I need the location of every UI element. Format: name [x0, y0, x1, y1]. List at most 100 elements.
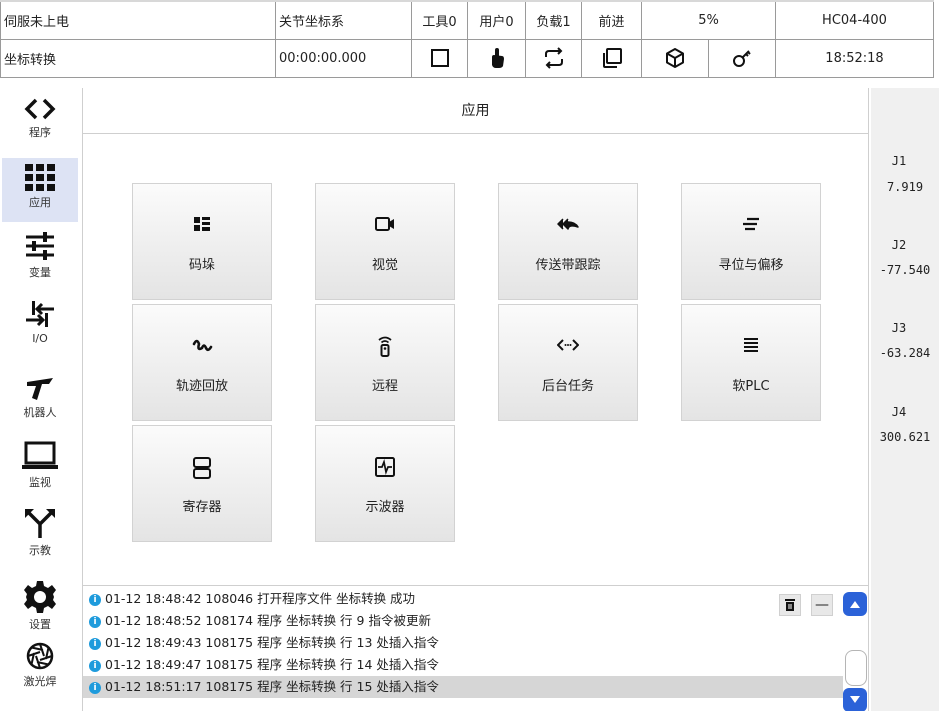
tool-selector[interactable]: 工具0	[411, 0, 468, 40]
info-icon: i	[89, 637, 101, 650]
tile-label: 传送带跟踪	[535, 258, 601, 273]
hand-pointer-icon	[491, 48, 504, 68]
log-text: 01-12 18:49:47 108175 程序 坐标转换 行 14 处插入指令	[105, 657, 439, 672]
cube-icon	[666, 48, 684, 68]
log-text: 01-12 18:48:52 108174 程序 坐标转换 行 9 指令被更新	[105, 613, 431, 628]
log-scrollbar[interactable]	[843, 592, 867, 711]
speed-selector[interactable]: 5%	[641, 0, 776, 40]
list-lines-icon	[744, 338, 758, 352]
key-button[interactable]	[708, 38, 776, 78]
sidebar: 程序 应用 变量 I/O 机器人 监视 示教 设置 激光焊	[0, 88, 80, 711]
info-icon: i	[89, 659, 101, 672]
load-selector[interactable]: 负载1	[525, 0, 582, 40]
sidebar-item-label: 机器人	[23, 406, 57, 419]
copy-icon	[602, 48, 622, 68]
squiggle-path-icon	[192, 339, 213, 352]
run-timer: 00:00:00.000	[275, 38, 412, 78]
main-panel: 应用 码垛 视觉 传送带跟踪 寻位与偏移 轨迹回放 远程 后台任务 软PLC 寄…	[82, 88, 869, 711]
aperture-icon	[26, 642, 54, 670]
tile-vision[interactable]: 视觉	[315, 183, 455, 300]
direction-selector[interactable]: 前进	[581, 0, 642, 40]
sidebar-item-label: 设置	[29, 618, 51, 631]
camera-icon	[375, 217, 394, 231]
laptop-icon	[22, 441, 58, 469]
info-icon: i	[89, 593, 101, 606]
minus-icon: —	[815, 597, 829, 613]
gear-icon	[24, 581, 56, 613]
coord-system-selector[interactable]: 关节坐标系	[275, 0, 412, 40]
tile-label: 软PLC	[732, 379, 770, 394]
log-text: 01-12 18:49:43 108175 程序 坐标转换 行 13 处插入指令	[105, 635, 439, 650]
sidebar-item-settings[interactable]: 设置	[2, 580, 78, 644]
user-frame-selector[interactable]: 用户0	[467, 0, 526, 40]
sidebar-item-label: 监视	[29, 476, 51, 489]
cycle-mode-button[interactable]	[525, 38, 582, 78]
tile-label: 视觉	[371, 258, 398, 273]
sidebar-item-label: 激光焊	[23, 675, 57, 688]
log-entry[interactable]: i 01-12 18:49:43 108175 程序 坐标转换 行 13 处插入指…	[83, 632, 843, 654]
sidebar-item-teach[interactable]: 示教	[2, 506, 78, 570]
triangle-up-icon	[850, 601, 860, 608]
tile-label: 轨迹回放	[175, 379, 228, 394]
hand-mode-button[interactable]	[467, 38, 526, 78]
grid-icon	[25, 164, 55, 191]
joint-value: -63.284	[879, 346, 931, 360]
sidebar-item-laser-weld[interactable]: 激光焊	[2, 641, 78, 705]
sidebar-item-io[interactable]: I/O	[2, 298, 78, 362]
model-view-button[interactable]	[641, 38, 709, 78]
joint-name: J3	[891, 321, 907, 335]
tile-trajectory-replay[interactable]: 轨迹回放	[132, 304, 272, 421]
reply-all-icon	[557, 218, 579, 230]
tile-soft-plc[interactable]: 软PLC	[681, 304, 821, 421]
sidebar-item-label: 应用	[29, 196, 51, 209]
square-icon	[430, 49, 449, 67]
tile-palletizing[interactable]: 码垛	[132, 183, 272, 300]
collapse-log-button[interactable]: —	[811, 594, 833, 616]
oscilloscope-icon	[375, 457, 395, 477]
joint-positions-panel: J1 7.919 J2 -77.540 J3 -63.284 J4 300.62…	[871, 88, 939, 711]
tile-label: 寄存器	[182, 500, 222, 515]
tile-background-tasks[interactable]: 后台任务	[498, 304, 638, 421]
scroll-thumb[interactable]	[845, 650, 867, 686]
key-icon	[733, 50, 751, 67]
io-arrows-icon	[26, 301, 54, 327]
tile-label: 码垛	[188, 258, 215, 273]
log-entry[interactable]: i 01-12 18:48:42 108046 打开程序文件 坐标转换 成功	[83, 588, 843, 610]
tile-oscilloscope[interactable]: 示波器	[315, 425, 455, 542]
sidebar-item-robot[interactable]: 机器人	[2, 370, 78, 434]
copy-button[interactable]	[581, 38, 642, 78]
current-program: 坐标转换	[0, 38, 276, 78]
sidebar-item-program[interactable]: 程序	[2, 96, 78, 160]
scroll-up-button[interactable]	[843, 592, 867, 616]
remote-icon	[378, 336, 392, 357]
teach-arrows-icon	[25, 509, 55, 538]
servo-status: 伺服未上电	[0, 0, 276, 40]
log-entry[interactable]: i 01-12 18:49:47 108175 程序 坐标转换 行 14 处插入指…	[83, 654, 843, 676]
tile-seek-offset[interactable]: 寻位与偏移	[681, 183, 821, 300]
joint-value: 7.919	[886, 180, 924, 194]
code-brackets-icon	[24, 98, 56, 120]
stop-button[interactable]	[411, 38, 468, 78]
clear-log-button[interactable]	[779, 594, 801, 616]
tile-registers[interactable]: 寄存器	[132, 425, 272, 542]
sidebar-item-apps[interactable]: 应用	[2, 158, 78, 222]
joint-name: J1	[891, 154, 907, 168]
tile-label: 示波器	[365, 500, 405, 515]
sidebar-item-label: I/O	[32, 332, 48, 345]
sidebar-item-monitor[interactable]: 监视	[2, 440, 78, 504]
sidebar-item-variables[interactable]: 变量	[2, 230, 78, 294]
storage-icon	[193, 457, 211, 479]
tile-remote[interactable]: 远程	[315, 304, 455, 421]
log-entry-selected[interactable]: i 01-12 18:51:17 108175 程序 坐标转换 行 15 处插入指…	[83, 676, 843, 698]
sidebar-item-label: 程序	[29, 126, 51, 139]
repeat-icon	[544, 47, 563, 69]
align-lines-icon	[743, 217, 759, 231]
status-bar: 伺服未上电 关节坐标系 工具0 用户0 负载1 前进 5% HC04-400 坐…	[0, 0, 939, 88]
code-dots-icon	[557, 339, 579, 351]
tile-conveyor-tracking[interactable]: 传送带跟踪	[498, 183, 638, 300]
sliders-icon	[26, 232, 54, 260]
joint-value: -77.540	[879, 263, 931, 277]
log-entry[interactable]: i 01-12 18:48:52 108174 程序 坐标转换 行 9 指令被更新	[83, 610, 843, 632]
scroll-down-button[interactable]	[843, 688, 867, 711]
info-icon: i	[89, 615, 101, 628]
